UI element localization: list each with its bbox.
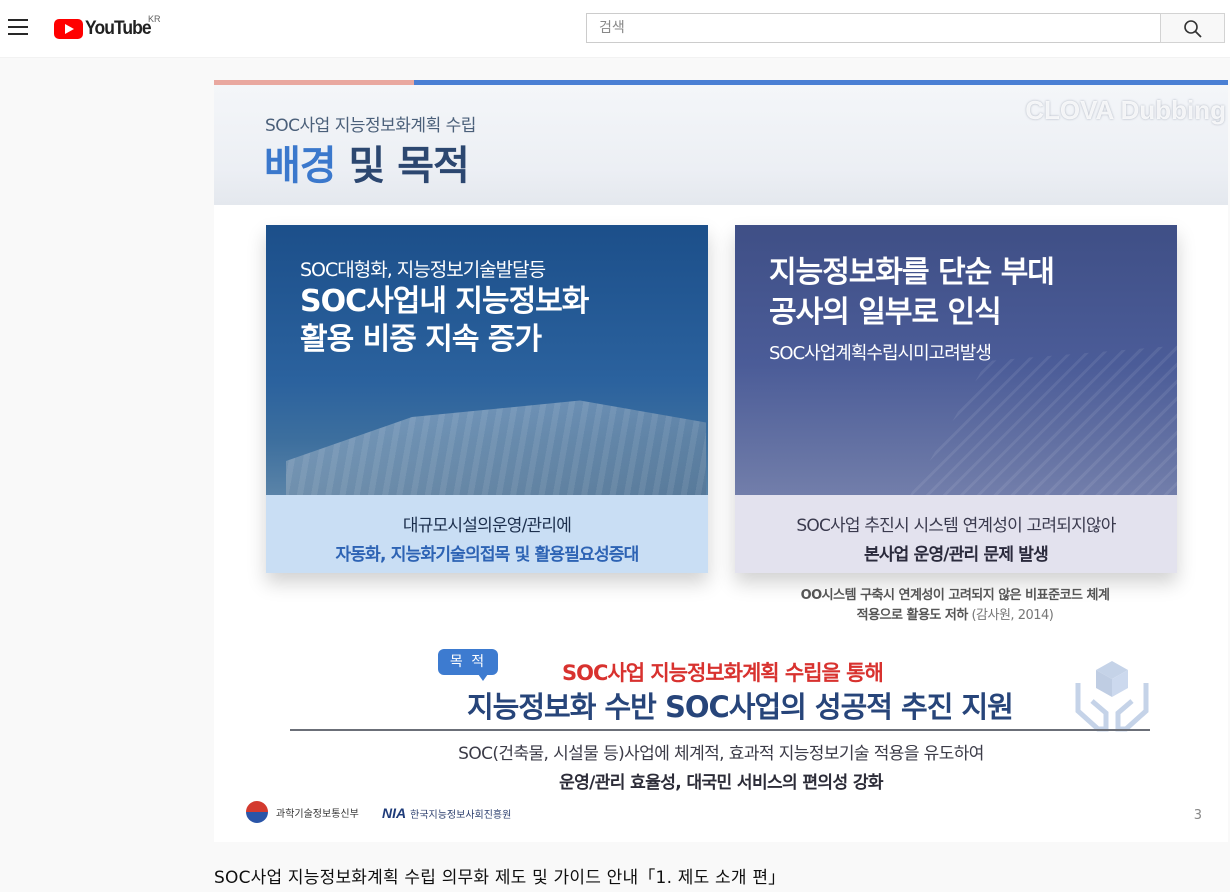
search-box (586, 13, 1160, 43)
right-card-footer: SOC사업 추진시 시스템 연계성이 고려되지않아 본사업 운영/관리 문제 발… (735, 495, 1177, 573)
background-card-left: SOC대형화, 지능정보기술발달등 SOC사업내 지능정보화 활용 비중 지속 … (266, 225, 708, 573)
slide-title-rest: 및 목적 (335, 143, 470, 189)
right-card-footer-line2: 본사업 운영/관리 문제 발생 (863, 545, 1049, 565)
logo-text: YouTube (85, 18, 152, 39)
ministry-logo: 과학기술정보통신부 (246, 801, 359, 823)
left-card-footer-line2: 자동화, 지능화기술의접목 및 활용필요성증대 (335, 545, 640, 565)
right-card-headline-line1: 지능정보화를 단순 부대 (769, 255, 1055, 290)
left-card-headline: SOC사업내 지능정보화 활용 비중 지속 증가 (300, 283, 589, 359)
left-card-footer-line1: 대규모시설의운영/관리에 (402, 516, 572, 536)
search-input[interactable] (587, 14, 1160, 42)
goal-description-line2: 운영/관리 효율성, 대국민 서비스의 편의성 강화 (559, 773, 883, 793)
video-player[interactable]: SOC사업 지능정보화계획 수립 배경 및 목적 CLOVA Dubbing S… (214, 80, 1228, 842)
purpose-badge: 목 적 (438, 649, 498, 681)
masthead: YouTube KR (0, 0, 1230, 58)
region-code: KR (148, 14, 161, 24)
laptop-illustration (904, 345, 1177, 505)
audit-note-line1: OO시스템 구축시 연계성이 고려되지 않은 비표준코드 체계 (800, 588, 1110, 603)
right-card-caption: SOC사업계획수립시미고려발생 (769, 343, 992, 364)
audit-note: OO시스템 구축시 연계성이 고려되지 않은 비표준코드 체계 적용으로 활용도… (734, 586, 1176, 626)
background-card-right: 지능정보화를 단순 부대 공사의 일부로 인식 SOC사업계획수립시미고려발생 … (735, 225, 1177, 573)
right-card-headline: 지능정보화를 단순 부대 공사의 일부로 인식 (769, 253, 1055, 333)
hamburger-menu-icon[interactable] (8, 19, 28, 35)
hands-holding-box-icon (1075, 661, 1149, 732)
youtube-play-icon (54, 19, 83, 39)
divider (290, 729, 1150, 731)
slide-title-highlight: 배경 (264, 143, 337, 189)
slide-page-number: 3 (1193, 808, 1202, 823)
left-card-footer: 대규모시설의운영/관리에 자동화, 지능화기술의접목 및 활용필요성증대 (266, 495, 708, 573)
video-title: SOC사업 지능정보화계획 수립 의무화 제도 및 가이드 안내「1. 제도 소… (214, 868, 786, 888)
left-card-headline-line2: 활용 비중 지속 증가 (300, 322, 542, 357)
search-button[interactable] (1160, 13, 1225, 43)
clova-dubbing-watermark: CLOVA Dubbing (1025, 95, 1226, 125)
left-card-headline-line1: SOC사업내 지능정보화 (300, 284, 589, 319)
slide-header: SOC사업 지능정보화계획 수립 배경 및 목적 CLOVA Dubbing (214, 85, 1228, 205)
goal-description-line1: SOC(건축물, 시설물 등)사업에 체계적, 효과적 지능정보기술 적용을 유… (458, 744, 984, 764)
taegeuk-emblem-icon (246, 801, 268, 823)
nia-abbr: NIA (382, 805, 407, 821)
building-illustration (286, 400, 706, 505)
goal-headline: 지능정보화 수반 SOC사업의 성공적 추진 지원 (467, 690, 1014, 724)
audit-note-line2: 적용으로 활용도 저하 (감사원, 2014) (856, 608, 1054, 623)
nia-logo: NIA 한국지능정보사회진흥원 (382, 805, 511, 821)
left-card-caption: SOC대형화, 지능정보기술발달등 (300, 259, 546, 281)
nia-name: 한국지능정보사회진흥원 (410, 810, 512, 821)
ministry-name: 과학기술정보통신부 (276, 808, 359, 820)
search-icon (1184, 20, 1202, 38)
right-card-headline-line2: 공사의 일부로 인식 (769, 295, 1002, 330)
slide-title: 배경 및 목적 (264, 133, 470, 191)
youtube-logo[interactable]: YouTube (54, 17, 156, 41)
right-card-footer-line1: SOC사업 추진시 시스템 연계성이 고려되지않아 (796, 516, 1116, 536)
goal-subheading: SOC사업 지능정보화계획 수립을 통해 (562, 661, 884, 685)
